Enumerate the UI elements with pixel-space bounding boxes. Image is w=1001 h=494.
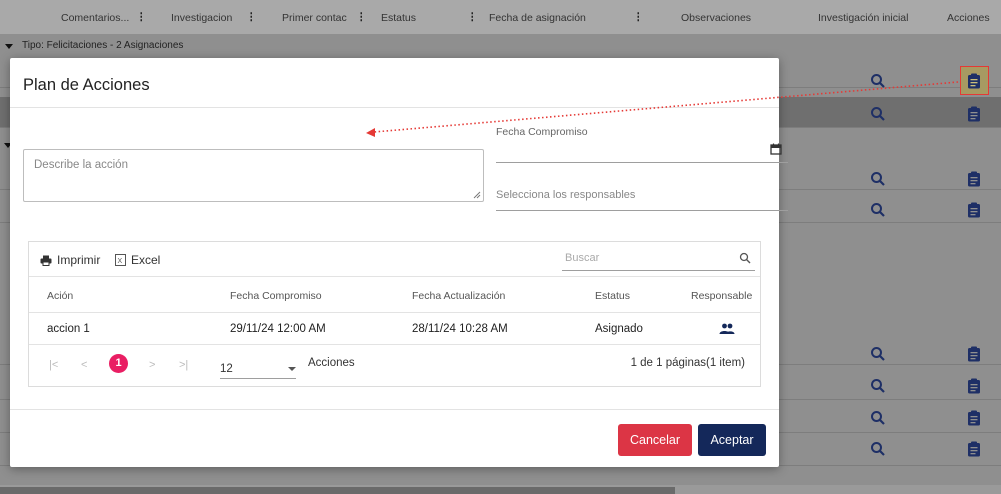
divider [10,107,779,108]
excel-icon: X [115,254,126,266]
col-menu-icon[interactable]: ⋮ [633,11,644,23]
svg-text:X: X [118,258,123,265]
th-fecha-compromiso[interactable]: Fecha Compromiso [230,290,322,302]
col-acciones[interactable]: Acciones [947,12,990,24]
search-icon[interactable] [870,202,886,218]
cell-accion: accion 1 [47,323,90,335]
fecha-compromiso-label: Fecha Compromiso [496,126,588,138]
next-page-icon[interactable]: > [149,359,155,371]
search-icon[interactable] [870,346,886,362]
col-investigacion-inicial[interactable]: Investigación inicial [818,12,908,24]
responsables-placeholder: Selecciona los responsables [496,189,636,201]
cell-estatus: Asignado [595,323,643,335]
col-fecha-asignacion[interactable]: Fecha de asignación [489,12,586,24]
search-icon[interactable] [870,441,886,457]
col-observaciones[interactable]: Observaciones [681,12,751,24]
table-header: Ación Fecha Compromiso Fecha Actualizaci… [29,277,760,313]
cancel-button[interactable]: Cancelar [618,424,692,456]
excel-label: Excel [131,253,161,267]
resize-handle-icon[interactable] [473,191,481,199]
acciones-grid: Imprimir X Excel Buscar Ación Fecha Comp… [28,241,761,387]
modal-title: Plan de Acciones [23,76,150,94]
col-investigacion[interactable]: Investigacion [171,12,232,24]
col-primer-contacto[interactable]: Primer contac [282,12,347,24]
grid-toolbar: Imprimir X Excel Buscar [29,242,760,277]
prev-page-icon[interactable]: < [81,359,87,371]
group-row[interactable]: Tipo: Felicitaciones - 2 Asignaciones [0,40,183,56]
pager-info: 1 de 1 páginas(1 item) [630,357,745,369]
clipboard-icon[interactable] [967,410,981,426]
first-page-icon[interactable]: |< [49,359,58,371]
table-row[interactable]: accion 1 29/11/24 12:00 AM 28/11/24 10:2… [29,313,760,345]
page-size-value: 12 [220,363,233,375]
accept-button[interactable]: Aceptar [698,424,766,456]
clipboard-icon[interactable] [967,378,981,394]
search-icon[interactable] [870,171,886,187]
th-fecha-actualizacion[interactable]: Fecha Actualización [412,290,505,302]
print-button[interactable]: Imprimir [40,253,100,267]
search-icon[interactable] [870,73,886,89]
page-1-button[interactable]: 1 [109,354,128,373]
th-responsable[interactable]: Responsable [691,290,752,302]
clipboard-icon[interactable] [967,441,981,457]
calendar-icon[interactable] [770,143,782,155]
th-accion[interactable]: Ación [47,290,73,302]
search-icon[interactable] [739,252,751,264]
col-comentarios[interactable]: Comentarios... [61,12,129,24]
grid-header: Comentarios... ⋮ Investigacion ⋮ Primer … [0,0,1001,34]
excel-button[interactable]: X Excel [115,253,160,267]
search-placeholder: Buscar [565,252,600,264]
group-label: Tipo: Felicitaciones - 2 Asignaciones [22,40,184,51]
printer-icon [40,255,52,266]
clipboard-icon[interactable] [967,106,981,122]
pager-actions-label: Acciones [308,357,355,369]
people-icon[interactable] [719,323,735,335]
last-page-icon[interactable]: >| [179,359,188,371]
cell-fecha-compromiso: 29/11/24 12:00 AM [230,323,326,335]
caret-down-icon[interactable] [5,44,13,49]
cell-fecha-actualizacion: 28/11/24 10:28 AM [412,323,508,335]
clipboard-icon[interactable] [967,202,981,218]
fecha-compromiso-input[interactable] [496,162,788,163]
th-estatus[interactable]: Estatus [595,290,630,302]
plan-acciones-modal: Plan de Acciones Describe la acción Fech… [10,58,788,467]
description-textarea[interactable]: Describe la acción [23,149,484,202]
grid-pager: |< < 1 > >| 12 Acciones 1 de 1 páginas(1… [29,345,760,386]
search-icon[interactable] [870,106,886,122]
clipboard-icon[interactable] [967,346,981,362]
print-label: Imprimir [57,253,101,267]
search-icon[interactable] [870,378,886,394]
col-menu-icon[interactable]: ⋮ [246,11,257,23]
col-menu-icon[interactable]: ⋮ [356,11,367,23]
page-size-select[interactable]: 12 [220,357,296,379]
col-estatus[interactable]: Estatus [381,12,416,24]
chevron-down-icon [288,367,296,371]
divider [10,409,779,410]
col-menu-icon[interactable]: ⋮ [136,11,147,23]
search-icon[interactable] [870,410,886,426]
horizontal-scrollbar-thumb[interactable] [0,487,675,494]
grid-search-input[interactable]: Buscar [562,246,755,271]
description-placeholder: Describe la acción [34,159,128,171]
clipboard-icon[interactable] [967,171,981,187]
col-menu-icon[interactable]: ⋮ [467,11,478,23]
responsables-select[interactable] [496,210,788,211]
clipboard-icon[interactable] [967,73,981,89]
